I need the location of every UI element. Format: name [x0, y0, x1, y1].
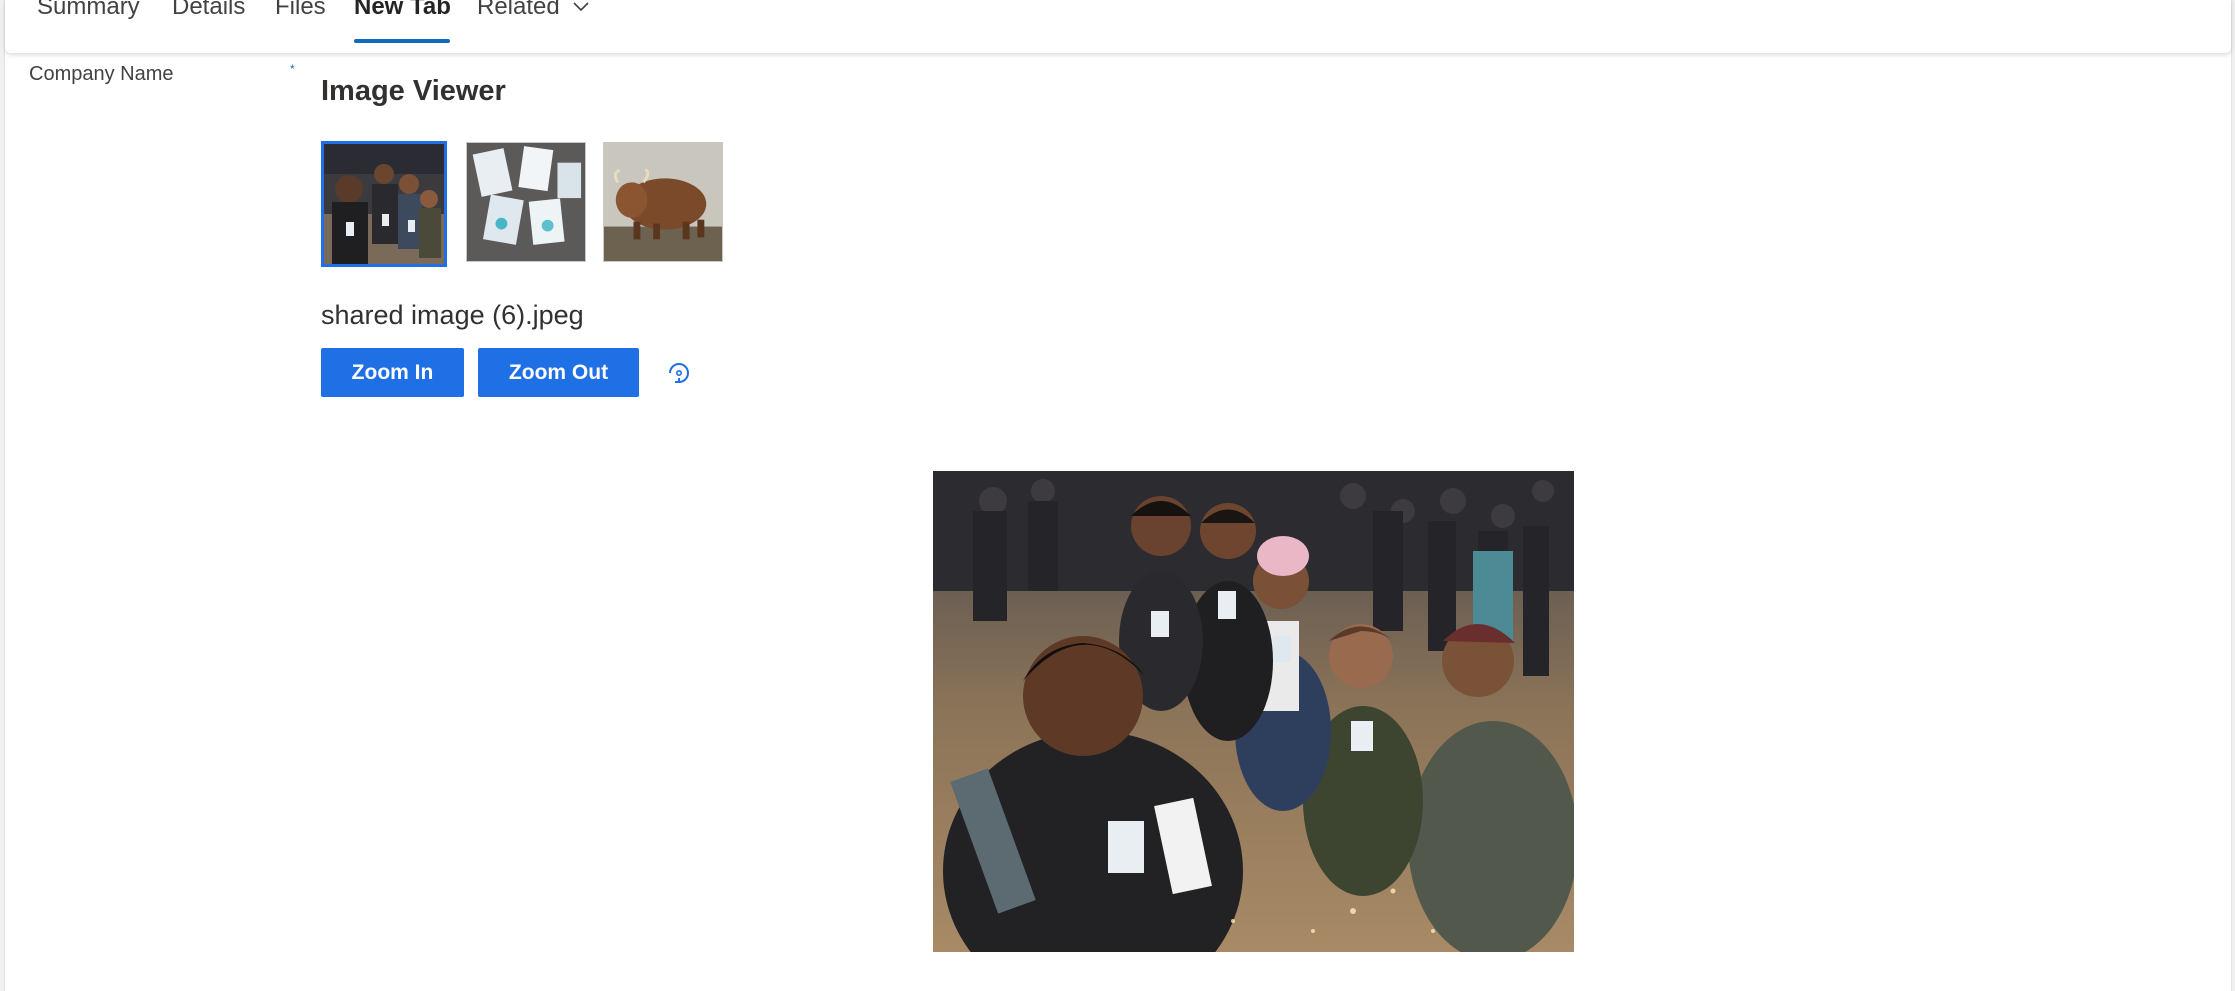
file-name: shared image (6).jpeg — [321, 300, 584, 330]
app-frame: Summary Details Files New Tab Related Co… — [4, 0, 2232, 991]
required-indicator: * — [290, 62, 295, 76]
zoom-out-button[interactable]: Zoom Out — [478, 348, 639, 397]
tab-details[interactable]: Details — [172, 0, 245, 21]
tab-files[interactable]: Files — [275, 0, 326, 21]
image-viewer-title: Image Viewer — [321, 75, 506, 107]
tab-related[interactable]: Related — [477, 0, 560, 21]
company-name-label: Company Name — [29, 63, 174, 85]
badges-thumbnail-image — [467, 143, 585, 261]
zoom-in-button[interactable]: Zoom In — [321, 348, 464, 397]
main-image-preview — [933, 471, 1574, 952]
highland-cow-thumbnail-image — [604, 143, 722, 261]
active-tab-indicator — [354, 39, 450, 43]
tab-bar: Summary Details Files New Tab Related — [5, 0, 2231, 53]
group-selfie-thumbnail-image — [324, 144, 444, 264]
thumbnail-highland-cow[interactable] — [603, 142, 723, 262]
tab-summary[interactable]: Summary — [37, 0, 140, 21]
tab-new-tab[interactable]: New Tab — [354, 0, 451, 21]
rotate-icon[interactable] — [664, 358, 694, 388]
thumbnail-group-selfie[interactable] — [321, 141, 447, 267]
chevron-down-icon[interactable] — [571, 0, 591, 14]
thumbnail-badges[interactable] — [466, 142, 586, 262]
group-selfie-image — [933, 471, 1574, 952]
